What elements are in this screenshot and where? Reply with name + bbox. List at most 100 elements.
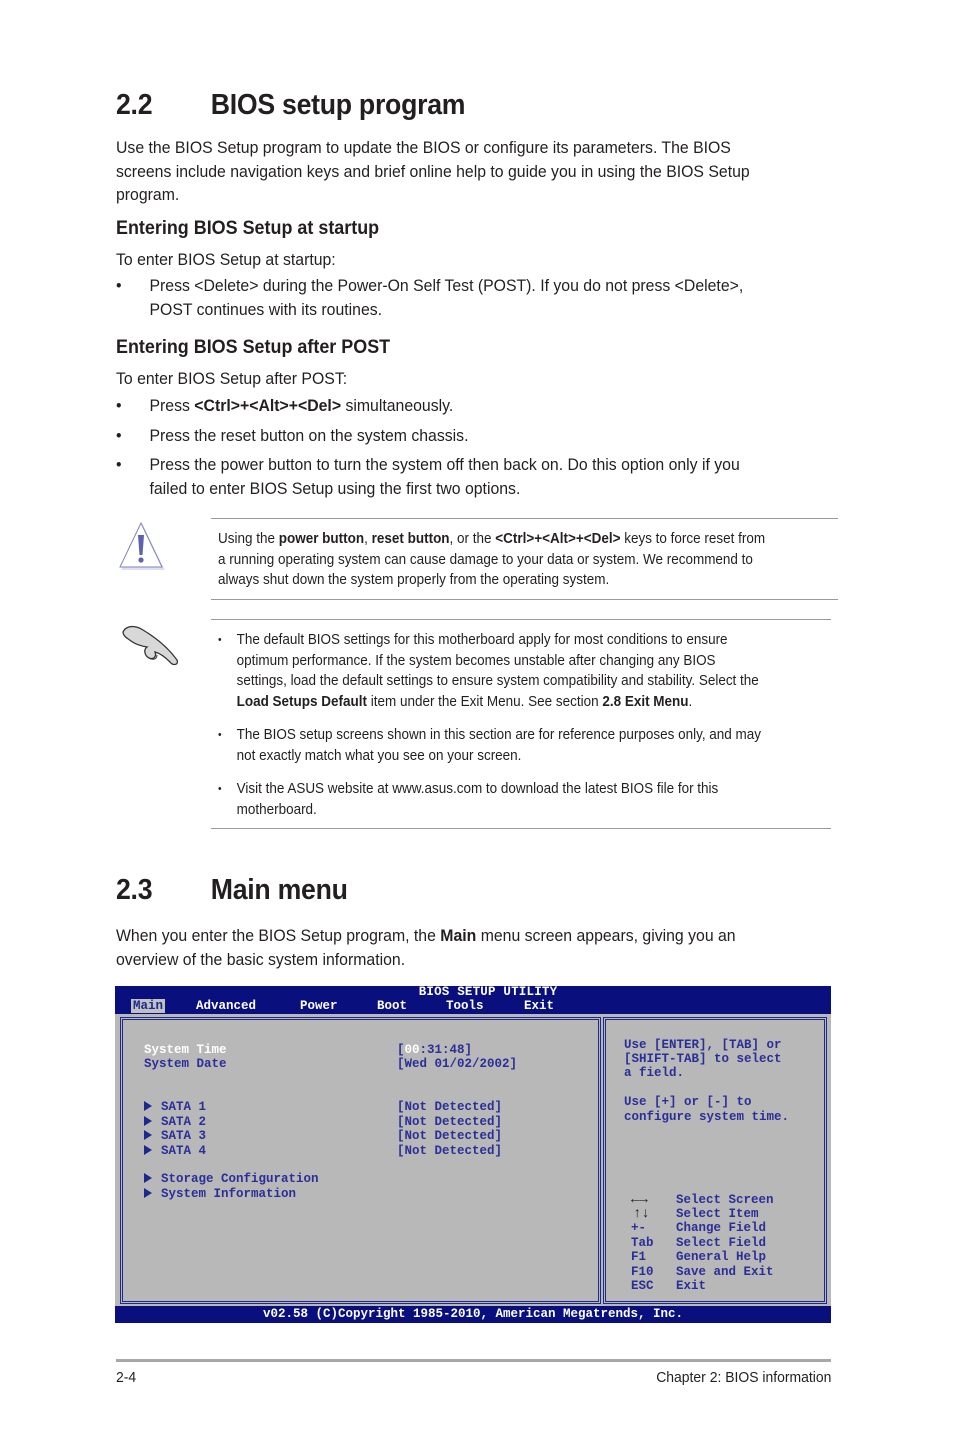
system-date-value[interactable]: [Wed 01/02/2002] <box>397 1057 517 1072</box>
bios-tab-boot[interactable]: Boot <box>377 999 407 1013</box>
text: menu screen appears, giving you an <box>476 926 736 945</box>
intro-paragraph: Use the BIOS Setup program to update the… <box>116 136 750 207</box>
bullet: • <box>218 634 222 646</box>
note-line: Visit the ASUS website at www.asus.com t… <box>236 781 719 797</box>
submenu-label: Storage Configuration <box>161 1172 319 1186</box>
sata-2-value: [Not Detected] <box>397 1115 503 1129</box>
sata-3-item[interactable]: SATA 3 <box>144 1129 206 1144</box>
bios-tab-exit[interactable]: Exit <box>524 999 554 1013</box>
key-desc: Save and Exit <box>676 1265 774 1279</box>
sata-3-value: [Not Detected] <box>397 1129 503 1143</box>
key-desc: Select Item <box>676 1207 759 1221</box>
text: , or the <box>449 531 496 547</box>
key-desc: Select Field <box>676 1236 767 1250</box>
up-down-arrows-icon: ↑↓ <box>633 1206 650 1222</box>
bold-text: 2.8 Exit Menu <box>602 693 689 710</box>
submenu-arrow-icon <box>144 1101 152 1111</box>
sata-1-value: [Not Detected] <box>397 1100 503 1114</box>
sata-4-item[interactable]: SATA 4 <box>144 1144 206 1159</box>
help-line: Use [+] or [-] to <box>624 1095 752 1109</box>
help-line: [SHIFT-TAB] to select <box>624 1052 782 1066</box>
note-line: The BIOS setup screens shown in this sec… <box>236 727 762 743</box>
after-post-bullet-2: • Press the reset button on the system c… <box>116 424 468 448</box>
system-date-label[interactable]: System Date <box>144 1057 227 1072</box>
submenu-arrow-icon <box>144 1173 152 1183</box>
bullet-line: failed to enter BIOS Setup using the fir… <box>149 478 521 498</box>
after-post-heading: Entering BIOS Setup after POST <box>116 336 391 358</box>
footer-rule <box>116 1359 831 1362</box>
bullet-line: POST continues with its routines. <box>149 299 383 319</box>
after-post-lead: To enter BIOS Setup after POST: <box>116 369 348 388</box>
bullet: • <box>218 783 222 795</box>
key-name: F1 <box>631 1250 647 1264</box>
key-desc: Change Field <box>676 1221 767 1235</box>
bios-tab-power[interactable]: Power <box>300 999 338 1013</box>
divider <box>211 828 831 829</box>
chapter-title: Chapter 2: BIOS information <box>655 1369 831 1386</box>
intro-line: Use the BIOS Setup program to update the… <box>116 138 731 157</box>
startup-bullet: • Press <Delete> during the Power-On Sel… <box>116 274 786 321</box>
key-name: F10 <box>631 1265 654 1279</box>
system-time-label[interactable]: System Time <box>144 1043 227 1058</box>
key-desc: Exit <box>676 1279 707 1293</box>
sata-label: SATA 1 <box>161 1100 207 1114</box>
note-line: optimum performance. If the system becom… <box>236 652 716 669</box>
sata-4-value: [Not Detected] <box>397 1144 503 1158</box>
warning-line: a running operating system can cause dam… <box>218 551 753 568</box>
sata-label: SATA 3 <box>161 1129 207 1143</box>
bullet: • <box>116 426 122 445</box>
note-bullet-1: • The default BIOS settings for this mot… <box>218 630 759 712</box>
bold-text: Load Setups Default <box>236 693 367 710</box>
sata-1-item[interactable]: SATA 1 <box>144 1100 206 1115</box>
bullet-text: Press the reset button on the system cha… <box>149 426 469 445</box>
key-desc: General Help <box>676 1250 767 1264</box>
key-name: +- <box>631 1221 647 1235</box>
main-menu-intro: When you enter the BIOS Setup program, t… <box>116 924 736 971</box>
bullet-line: Press the power button to turn the syste… <box>149 455 740 474</box>
text: When you enter the BIOS Setup program, t… <box>116 926 441 945</box>
submenu-arrow-icon <box>144 1145 152 1155</box>
page-number: 2-4 <box>116 1369 137 1386</box>
note-line: The default BIOS settings for this mothe… <box>236 632 728 648</box>
section-number: 2.2 <box>116 89 153 121</box>
key-desc: Select Screen <box>676 1193 774 1207</box>
storage-configuration-item[interactable]: Storage Configuration <box>144 1172 319 1187</box>
submenu-arrow-icon <box>144 1130 152 1140</box>
divider <box>211 518 838 519</box>
bold-text: Main <box>440 926 477 945</box>
submenu-arrow-icon <box>144 1188 152 1198</box>
section-2-3-heading: 2.3 Main menu <box>116 874 348 907</box>
bold-text: power button <box>278 531 365 547</box>
pointing-hand-icon <box>117 620 181 670</box>
startup-lead: To enter BIOS Setup at startup: <box>116 250 336 269</box>
help-line: Use [ENTER], [TAB] or <box>624 1038 782 1052</box>
bullet: • <box>218 729 222 741</box>
note-line: settings, load the default settings to e… <box>236 673 759 689</box>
bios-tab-advanced[interactable]: Advanced <box>196 999 256 1013</box>
help-line: configure system time. <box>624 1110 790 1124</box>
bracket: [ <box>397 1043 405 1057</box>
section-title: Main menu <box>210 874 348 906</box>
text: simultaneously. <box>341 396 454 415</box>
warning-triangle-icon <box>117 521 167 572</box>
text: Press <box>149 396 195 415</box>
warning-line: always shut down the system properly fro… <box>218 572 610 588</box>
sata-2-item[interactable]: SATA 2 <box>144 1115 206 1130</box>
text: keys to force reset from <box>620 531 766 547</box>
sata-label: SATA 2 <box>161 1115 207 1129</box>
bios-tab-main[interactable]: Main <box>131 999 166 1013</box>
note-line: Load Setups Default item under the Exit … <box>237 692 759 713</box>
bullet: • <box>116 396 122 415</box>
time-rest: :31:48] <box>419 1043 473 1057</box>
section-2-2-heading: 2.2 BIOS setup program <box>116 89 466 122</box>
system-information-item[interactable]: System Information <box>144 1187 296 1202</box>
bios-tab-tools[interactable]: Tools <box>446 999 484 1013</box>
submenu-arrow-icon <box>144 1116 152 1126</box>
section-title: BIOS setup program <box>210 89 466 121</box>
bullet: • <box>116 276 122 295</box>
text: Using the <box>218 531 279 547</box>
system-time-value[interactable]: [00:31:48] <box>397 1043 472 1058</box>
time-hour-selected[interactable]: 00 <box>405 1043 420 1057</box>
text: . <box>688 693 693 710</box>
intro-line: program. <box>116 185 180 204</box>
